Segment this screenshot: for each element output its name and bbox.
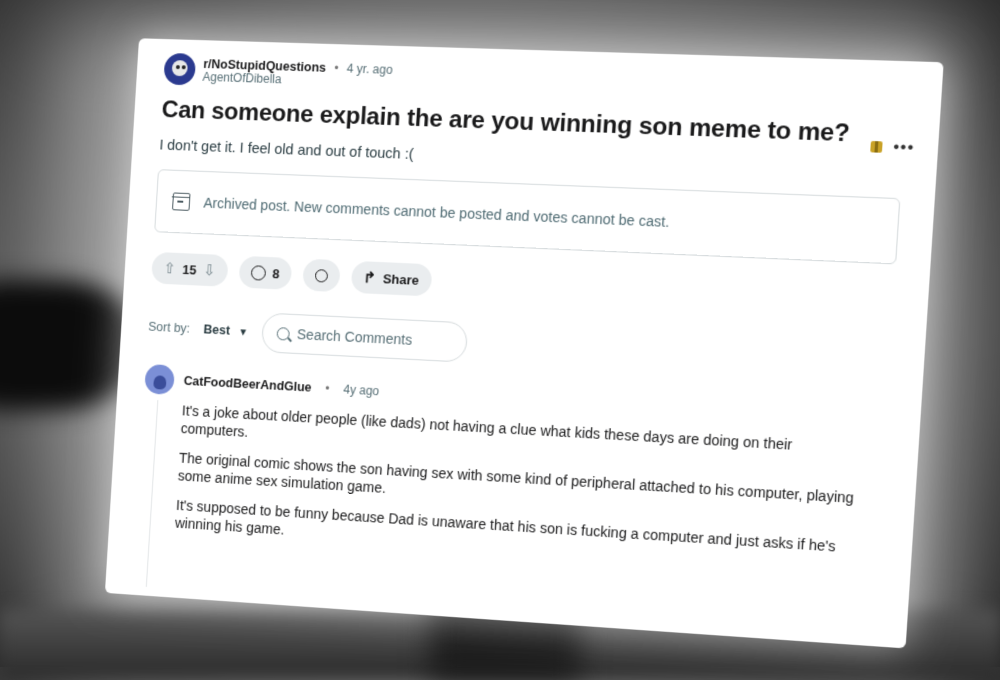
comment: CatFoodBeerAndGlue • 4y ago It's a joke …	[136, 363, 887, 587]
share-icon: ↱	[362, 269, 377, 287]
share-label: Share	[382, 270, 420, 288]
award-button[interactable]	[302, 258, 341, 293]
search-placeholder: Search Comments	[296, 326, 413, 348]
share-button[interactable]: ↱ Share	[350, 260, 433, 297]
vote-pill: ⇧ 15 ⇩	[151, 251, 229, 287]
sort-value: Best	[203, 322, 231, 338]
archived-notice: Archived post. New comments cannot be po…	[154, 169, 901, 265]
vote-count: 15	[182, 261, 198, 278]
meta-separator: •	[333, 60, 339, 75]
subreddit-avatar-icon[interactable]	[163, 52, 197, 86]
more-options-icon[interactable]: •••	[893, 138, 915, 156]
archived-notice-text: Archived post. New comments cannot be po…	[203, 194, 670, 231]
comment-author[interactable]: CatFoodBeerAndGlue	[183, 374, 312, 395]
post-action-bar: ⇧ 15 ⇩ 8 ↱ Share	[151, 251, 895, 318]
upvote-icon[interactable]: ⇧	[163, 259, 176, 277]
post-meta-text: r/NoStupidQuestions • 4 yr. ago AgentOfD…	[202, 57, 393, 90]
comment-age: 4y ago	[342, 382, 380, 399]
post-age: 4 yr. ago	[346, 60, 394, 77]
downvote-icon[interactable]: ⇩	[203, 261, 216, 279]
sort-dropdown[interactable]: Best ▼	[203, 320, 248, 340]
comments-button[interactable]: 8	[238, 255, 293, 290]
search-comments-input[interactable]: Search Comments	[260, 312, 468, 363]
post-header-actions: •••	[870, 138, 915, 157]
thread-line[interactable]	[145, 400, 159, 587]
comment-count: 8	[271, 265, 280, 281]
search-icon	[275, 326, 290, 341]
chevron-down-icon: ▼	[237, 327, 249, 339]
post-card: r/NoStupidQuestions • 4 yr. ago AgentOfD…	[104, 38, 944, 649]
award-icon	[314, 268, 329, 283]
user-avatar-icon[interactable]	[144, 363, 176, 396]
sort-label: Sort by:	[147, 319, 191, 336]
comment-icon	[250, 264, 266, 281]
meta-separator: •	[324, 381, 330, 396]
post-content: r/NoStupidQuestions • 4 yr. ago AgentOfD…	[135, 51, 915, 589]
gift-icon[interactable]	[870, 140, 883, 153]
comment-body: It's a joke about older people (like dad…	[174, 401, 863, 575]
archive-icon	[171, 192, 191, 211]
